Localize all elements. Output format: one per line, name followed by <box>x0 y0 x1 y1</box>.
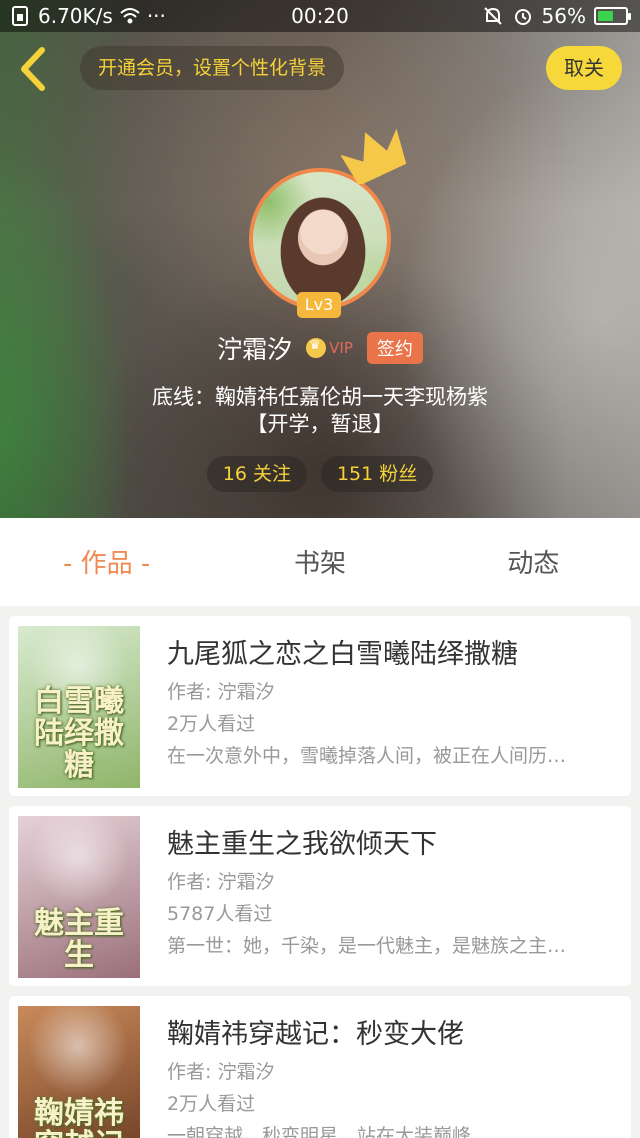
work-title: 九尾狐之恋之白雪曦陆绎撒糖 <box>167 639 518 670</box>
list-item[interactable]: 白雪曦陆绎撒糖 九尾狐之恋之白雪曦陆绎撒糖 作者: 泞霜汐 2万人看过 在一次意… <box>9 616 631 796</box>
work-views: 5787人看过 <box>167 903 273 925</box>
bio: 底线：鞠婧祎任嘉伦胡一天李现杨紫 【开学，暂退】 <box>60 384 580 438</box>
tab-works[interactable]: - 作品 - <box>0 518 213 606</box>
cover-title: 白雪曦陆绎撒糖 <box>34 684 124 783</box>
work-author: 作者: 泞霜汐 <box>167 1061 275 1083</box>
battery-icon <box>594 7 631 25</box>
list-item[interactable]: 魅主重生 魅主重生之我欲倾天下 作者: 泞霜汐 5787人看过 第一世：她，千染… <box>9 806 631 986</box>
vip-badge[interactable]: VIP <box>306 338 353 358</box>
book-cover[interactable]: 白雪曦陆绎撒糖 <box>18 626 140 788</box>
work-summary: 在一次意外中，雪曦掉落人间，被正在人间历… <box>167 745 567 767</box>
work-author: 作者: 泞霜汐 <box>167 681 275 703</box>
bio-line-1: 底线：鞠婧祎任嘉伦胡一天李现杨紫 <box>152 385 488 409</box>
crown-icon <box>341 128 407 184</box>
vip-crown-icon <box>306 338 327 358</box>
cover-title: 魅主重生 <box>34 906 124 973</box>
list-item[interactable]: 鞠婧祎穿越记 鞠婧祎穿越记：秒变大佬 作者: 泞霜汐 2万人看过 一朝穿越，秒变… <box>9 996 631 1138</box>
book-cover[interactable]: 魅主重生 <box>18 816 140 978</box>
work-views: 2万人看过 <box>167 1093 256 1115</box>
battery-fill <box>598 11 613 21</box>
level-badge: Lv3 <box>297 292 341 318</box>
follow-stats: 16 关注 151 粉丝 <box>0 456 640 492</box>
avatar[interactable] <box>249 168 391 310</box>
work-summary: 一朝穿越，秒变明星，站在大装巅峰 <box>167 1125 472 1138</box>
mute-bell-icon <box>483 7 502 25</box>
status-bar: 6.70K/s ··· 00:20 56% <box>0 0 640 32</box>
followers-count[interactable]: 151 粉丝 <box>320 456 434 492</box>
profile-tabs: - 作品 - 书架 动态 <box>0 518 640 606</box>
bio-line-2: 【开学，暂退】 <box>246 412 394 436</box>
work-title: 魅主重生之我欲倾天下 <box>167 829 437 860</box>
work-summary: 第一世：她，千染，是一代魅主，是魅族之主… <box>167 935 567 957</box>
tab-activity[interactable]: 动态 <box>427 518 640 606</box>
vip-promo-banner[interactable]: 开通会员，设置个性化背景 <box>80 46 345 90</box>
vip-label: VIP <box>329 339 353 357</box>
book-cover[interactable]: 鞠婧祎穿越记 <box>18 1006 140 1138</box>
username-row: 泞霜汐 VIP 签约 <box>0 330 640 366</box>
following-count[interactable]: 16 关注 <box>206 456 307 492</box>
unfollow-button[interactable]: 取关 <box>546 46 622 90</box>
tab-bookshelf[interactable]: 书架 <box>213 518 426 606</box>
work-title: 鞠婧祎穿越记：秒变大佬 <box>167 1019 464 1050</box>
work-views: 2万人看过 <box>167 713 256 735</box>
signed-badge: 签约 <box>366 332 423 364</box>
battery-percent: 56% <box>541 4 586 28</box>
work-author: 作者: 泞霜汐 <box>167 871 275 893</box>
cover-title: 鞠婧祎穿越记 <box>34 1096 124 1138</box>
username: 泞霜汐 <box>217 335 293 364</box>
avatar-container: Lv3 <box>249 128 407 318</box>
alarm-icon <box>514 9 531 25</box>
back-button[interactable] <box>12 44 58 94</box>
